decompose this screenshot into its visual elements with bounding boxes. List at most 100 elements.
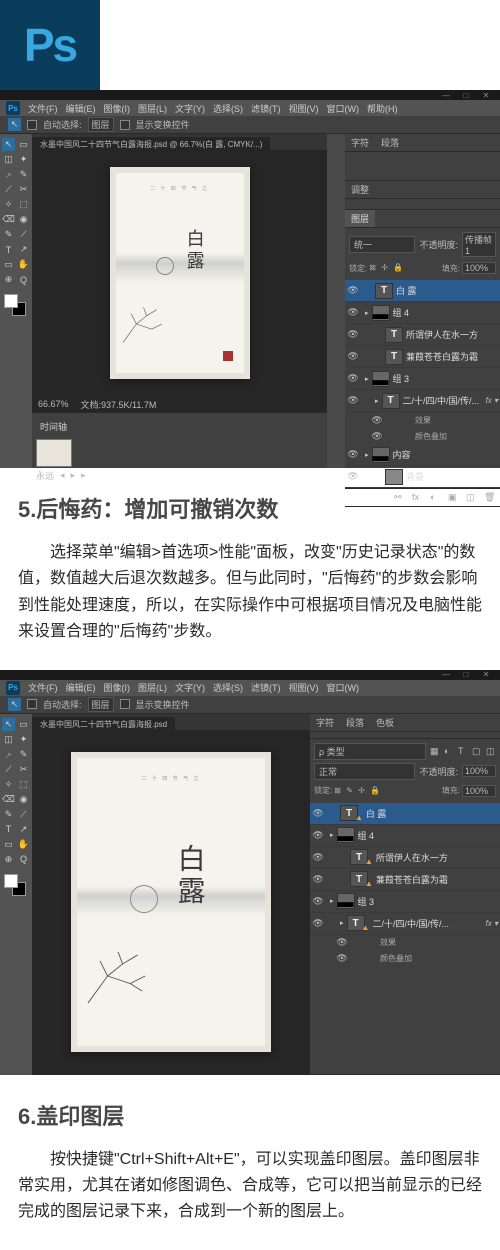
close-icon[interactable]: ✕ <box>476 670 496 680</box>
menu-file[interactable]: 文件(F) <box>28 102 58 115</box>
tool-8[interactable]: ✧ <box>2 778 15 791</box>
visibility-toggle-icon[interactable]: 👁 <box>312 896 324 907</box>
active-tool-icon[interactable]: ↖ <box>8 698 21 711</box>
layer-effect-item[interactable]: 👁颜色叠加 <box>310 951 500 967</box>
visibility-toggle-icon[interactable]: 👁 <box>312 852 324 863</box>
tool-18[interactable]: ⊕ <box>2 273 15 286</box>
fill-input[interactable]: 100% <box>462 785 496 797</box>
layer-item[interactable]: 👁▸▬组 3 <box>310 891 500 913</box>
tool-5[interactable]: ✎ <box>17 748 30 761</box>
layer-item[interactable]: 👁T▲所谓伊人在水一方 <box>310 847 500 869</box>
layer-item[interactable]: 👁T白 露 <box>345 280 500 302</box>
visibility-toggle-icon[interactable]: 👁 <box>347 449 359 460</box>
menu-filter[interactable]: 滤镜(T) <box>251 681 281 694</box>
fx-icon[interactable]: fx <box>412 492 424 504</box>
trash-icon[interactable]: 🗑 <box>484 492 496 504</box>
lock-position-icon[interactable]: ✢ <box>358 786 368 796</box>
menu-edit[interactable]: 编辑(E) <box>66 102 96 115</box>
tab-character[interactable]: 字符 <box>345 134 375 151</box>
tool-6[interactable]: ⟋ <box>2 763 15 776</box>
visibility-toggle-icon[interactable]: 👁 <box>347 307 359 318</box>
tool-4[interactable]: ⸕ <box>2 168 15 181</box>
tool-18[interactable]: ⊕ <box>2 853 15 866</box>
lock-pixels-icon[interactable]: 🔒 <box>393 263 403 273</box>
lock-pixels-icon[interactable]: ✎ <box>346 786 356 796</box>
tool-15[interactable]: ↗ <box>17 243 30 256</box>
tool-3[interactable]: ✦ <box>17 733 30 746</box>
tool-14[interactable]: T <box>2 823 15 836</box>
blend-mode-dropdown[interactable]: 统一 <box>349 236 415 253</box>
layer-item[interactable]: 👁T所谓伊人在水一方 <box>345 324 500 346</box>
tool-9[interactable]: ⬚ <box>17 778 30 791</box>
visibility-toggle-icon[interactable]: 👁 <box>347 373 359 384</box>
filter-shape-icon[interactable]: ▢ <box>472 746 482 756</box>
timeline-prev-icon[interactable]: ◂ <box>60 470 65 481</box>
opacity-input[interactable]: 100% <box>462 765 496 777</box>
tool-6[interactable]: ⟋ <box>2 183 15 196</box>
show-transform-checkbox[interactable] <box>120 120 130 130</box>
tool-4[interactable]: ⸕ <box>2 748 15 761</box>
menu-select[interactable]: 选择(S) <box>213 102 243 115</box>
timeline-play-icon[interactable]: ▸ <box>71 470 76 481</box>
link-layers-icon[interactable]: ⚯ <box>394 492 406 504</box>
auto-select-checkbox[interactable] <box>27 120 37 130</box>
tool-3[interactable]: ✦ <box>17 153 30 166</box>
visibility-toggle-icon[interactable]: 👁 <box>347 471 359 482</box>
menu-image[interactable]: 图像(I) <box>104 681 131 694</box>
layer-item[interactable]: 👁▸▬组 4 <box>345 302 500 324</box>
tool-7[interactable]: ✂ <box>17 763 30 776</box>
auto-select-checkbox[interactable] <box>27 699 37 709</box>
visibility-toggle-icon[interactable]: 👁 <box>347 395 359 406</box>
menu-view[interactable]: 视图(V) <box>289 681 319 694</box>
filter-adjust-icon[interactable]: ◐ <box>444 746 454 756</box>
visibility-toggle-icon[interactable]: 👁 <box>347 285 359 296</box>
filter-smart-icon[interactable]: ◫ <box>486 746 496 756</box>
layer-item[interactable]: 👁▸▬组 4 <box>310 825 500 847</box>
canvas-viewport[interactable]: 二 十 四 节 气 之 白露 <box>32 150 327 396</box>
active-tool-icon[interactable]: ↖ <box>8 118 21 131</box>
timeline-loop[interactable]: 永远 <box>36 469 54 482</box>
lock-position-icon[interactable]: ✢ <box>381 263 391 273</box>
tool-13[interactable]: ⟋ <box>17 228 30 241</box>
minimize-icon[interactable]: — <box>436 90 456 100</box>
filter-type-icon[interactable]: T <box>458 746 468 756</box>
tab-paragraph[interactable]: 段落 <box>375 134 405 151</box>
tab-paragraph[interactable]: 段落 <box>340 714 370 731</box>
tool-0[interactable]: ↖ <box>2 138 15 151</box>
tool-16[interactable]: ▭ <box>2 258 15 271</box>
layer-type-dropdown[interactable]: 图层 <box>88 117 114 132</box>
menu-view[interactable]: 视图(V) <box>289 102 319 115</box>
tool-19[interactable]: Q <box>17 853 30 866</box>
tool-19[interactable]: Q <box>17 273 30 286</box>
lock-all-icon[interactable]: ⊠ <box>369 263 379 273</box>
tool-15[interactable]: ↗ <box>17 823 30 836</box>
layer-effect-item[interactable]: 👁效果 <box>310 935 500 951</box>
menu-layer[interactable]: 图层(L) <box>138 102 167 115</box>
menu-type[interactable]: 文字(Y) <box>175 102 205 115</box>
new-layer-icon[interactable]: ◫ <box>466 492 478 504</box>
tool-16[interactable]: ▭ <box>2 838 15 851</box>
tool-12[interactable]: ✎ <box>2 228 15 241</box>
menu-file[interactable]: 文件(F) <box>28 681 58 694</box>
lock-icon[interactable]: 🔒 <box>370 786 380 796</box>
timeline-tab[interactable]: 时间轴 <box>36 418 71 435</box>
blend-mode-dropdown[interactable]: 正常 <box>314 763 415 780</box>
tool-0[interactable]: ↖ <box>2 718 15 731</box>
zoom-level[interactable]: 66.67% <box>38 399 69 409</box>
visibility-toggle-icon[interactable]: 👁 <box>312 830 324 841</box>
canvas-viewport[interactable]: 二 十 四 节 气 之 白露 <box>32 730 310 1075</box>
menu-type[interactable]: 文字(Y) <box>175 681 205 694</box>
menu-select[interactable]: 选择(S) <box>213 681 243 694</box>
show-transform-checkbox[interactable] <box>120 699 130 709</box>
foreground-background-swatch[interactable] <box>2 292 30 316</box>
menu-filter[interactable]: 滤镜(T) <box>251 102 281 115</box>
tool-10[interactable]: ⌫ <box>2 213 15 226</box>
tool-17[interactable]: ✋ <box>17 258 30 271</box>
close-icon[interactable]: ✕ <box>476 90 496 100</box>
timeline-next-icon[interactable]: ▸ <box>81 470 86 481</box>
tool-11[interactable]: ◉ <box>17 793 30 806</box>
tool-13[interactable]: ⟋ <box>17 808 30 821</box>
layer-item[interactable]: 👁▸▬组 3 <box>345 368 500 390</box>
layer-item[interactable]: 👁背景 <box>345 466 500 488</box>
layer-item[interactable]: 👁▸T二/十/四/中/国/传/...fx ▾ <box>345 390 500 412</box>
